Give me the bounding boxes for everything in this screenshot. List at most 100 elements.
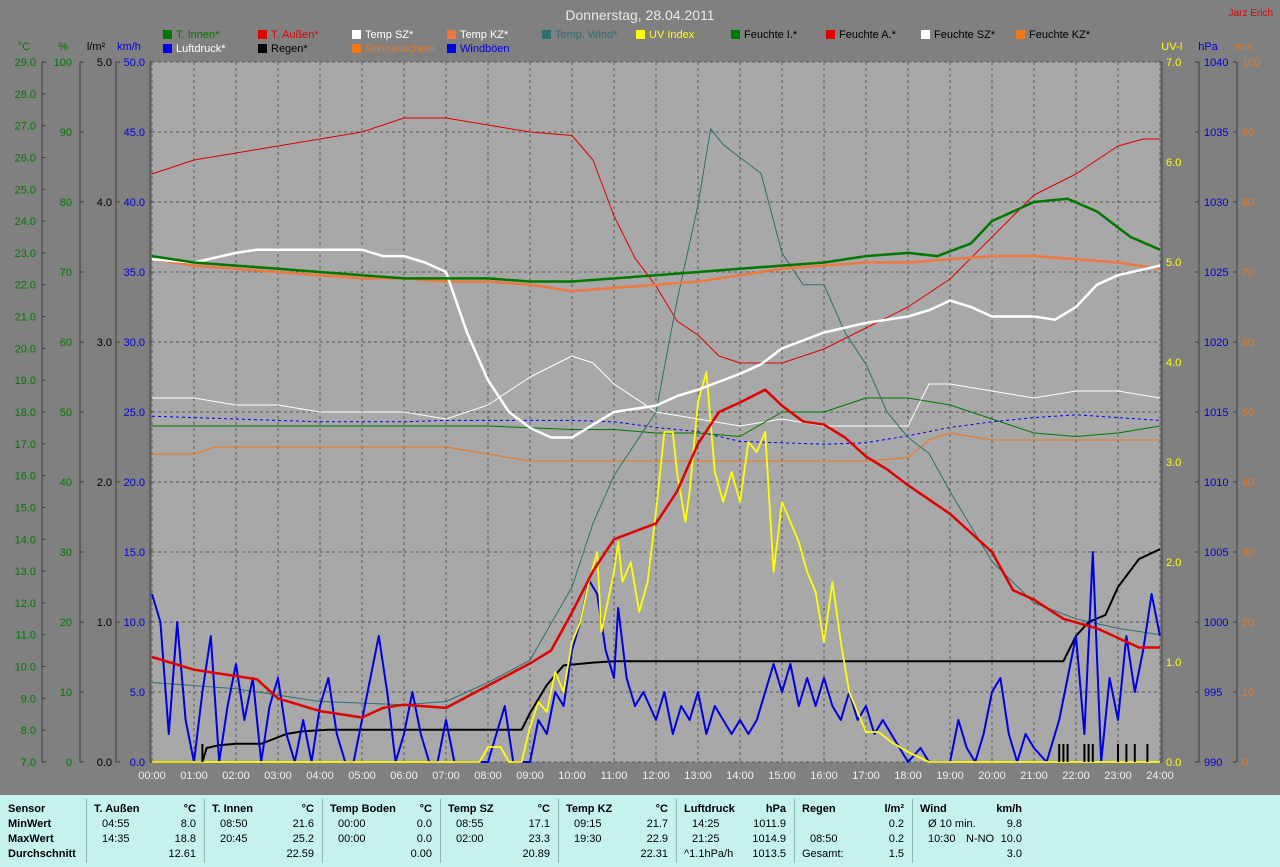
- axis-tick-label: 20.0: [15, 343, 36, 355]
- summary-avg-value: 1013.5: [752, 848, 786, 860]
- summary-avg-value: 22.59: [286, 848, 314, 860]
- axis-tick-label: 16.0: [15, 471, 36, 483]
- summary-separator: [440, 799, 441, 863]
- axis-tick-label: 30: [60, 547, 72, 559]
- axis-tick-label: 27.0: [15, 121, 36, 133]
- summary-separator: [912, 799, 913, 863]
- axis-tick-label: 40.0: [124, 197, 145, 209]
- summary-separator: [676, 799, 677, 863]
- summary-max-value: 25.2: [292, 833, 314, 845]
- axis-unit: min: [1235, 41, 1253, 53]
- axis-unit: hPa: [1198, 41, 1218, 53]
- legend-swatch: [447, 44, 456, 53]
- axis-tick-label: 22.0: [15, 280, 36, 292]
- summary-separator: [794, 799, 795, 863]
- x-tick-label: 16:00: [810, 770, 838, 782]
- x-tick-label: 09:00: [516, 770, 544, 782]
- axis-tick-label: 5.0: [1166, 257, 1181, 269]
- axis-tick-label: 19.0: [15, 375, 36, 387]
- x-tick-label: 20:00: [978, 770, 1006, 782]
- axis-tick-label: 50: [60, 407, 72, 419]
- axis-tick-label: 60: [60, 337, 72, 349]
- author-label: Jarz Erich: [1229, 8, 1273, 19]
- axis-tick-label: 0.0: [97, 757, 112, 769]
- summary-min-value: 17.1: [528, 818, 550, 830]
- axis-tick-label: 995: [1204, 687, 1222, 699]
- axis-unit: l/m²: [87, 41, 106, 53]
- summary-max-value: 0.0: [416, 833, 432, 845]
- axis-tick-label: 40: [1242, 477, 1254, 489]
- summary-table: Sensor MinWert MaxWert Durchschnitt T. Außen…: [0, 795, 1280, 867]
- axis-tick-label: 1030: [1204, 197, 1228, 209]
- x-tick-label: 12:00: [642, 770, 670, 782]
- axis-tick-label: 90: [60, 127, 72, 139]
- summary-row-label: Durchschnitt: [8, 848, 76, 860]
- summary-avg-value: 0.00: [410, 848, 432, 860]
- summary-min-value: 1011.9: [753, 818, 786, 830]
- legend-label: Feuchte A.*: [839, 29, 897, 41]
- axis-tick-label: 20: [1242, 617, 1254, 629]
- legend-swatch: [921, 30, 930, 39]
- summary-min-value: 21.7: [646, 818, 668, 830]
- axis-tick-label: 12.0: [15, 598, 36, 610]
- x-tick-label: 00:00: [138, 770, 166, 782]
- axis-tick-label: 29.0: [15, 57, 36, 69]
- axis-unit: %: [58, 41, 68, 53]
- legend-label: Luftdruck*: [176, 43, 226, 55]
- axis-tick-label: 1025: [1204, 267, 1228, 279]
- x-tick-label: 15:00: [768, 770, 796, 782]
- axis-tick-label: 45.0: [124, 127, 145, 139]
- axis-tick-label: 9.0: [21, 693, 36, 705]
- x-tick-label: 03:00: [264, 770, 292, 782]
- summary-avg-value: 22.31: [640, 848, 668, 860]
- summary-row-label: MinWert: [8, 818, 52, 830]
- summary-max-value: 18.8: [174, 833, 196, 845]
- axis-tick-label: 0: [66, 757, 72, 769]
- axis-tick-label: 8.0: [21, 725, 36, 737]
- x-tick-label: 19:00: [936, 770, 964, 782]
- axis-tick-label: 0.0: [130, 757, 145, 769]
- summary-separator: [558, 799, 559, 863]
- axis-tick-label: 60: [1242, 337, 1254, 349]
- x-tick-label: 05:00: [348, 770, 376, 782]
- axis-tick-label: 35.0: [124, 267, 145, 279]
- summary-avg-value: 3.0: [1006, 848, 1022, 860]
- axis-tick-label: 1000: [1204, 617, 1228, 629]
- legend-swatch: [352, 30, 361, 39]
- axis-tick-label: 23.0: [15, 248, 36, 260]
- x-tick-label: 11:00: [601, 770, 628, 782]
- summary-min-value: 21.6: [292, 818, 314, 830]
- legend-swatch: [826, 30, 835, 39]
- legend-label: Feuchte SZ*: [934, 29, 996, 41]
- axis-tick-label: 15.0: [15, 502, 36, 514]
- summary-max-value: 1014.9: [752, 833, 786, 845]
- summary-min-value: 0.0: [416, 818, 432, 830]
- x-tick-label: 18:00: [894, 770, 922, 782]
- axis-tick-label: 10: [60, 687, 72, 699]
- axis-tick-label: 40: [60, 477, 72, 489]
- axis-tick-label: 80: [60, 197, 72, 209]
- axis-unit: UV-I: [1161, 41, 1182, 53]
- summary-group-unit: °C: [183, 803, 196, 815]
- x-tick-label: 06:00: [390, 770, 418, 782]
- legend-swatch: [352, 44, 361, 53]
- axis-tick-label: 5.0: [97, 57, 112, 69]
- x-tick-label: 24:00: [1146, 770, 1174, 782]
- x-tick-label: 02:00: [222, 770, 250, 782]
- legend-swatch: [163, 44, 172, 53]
- axis-tick-label: 7.0: [1166, 57, 1181, 69]
- legend-label: Temp SZ*: [365, 29, 414, 41]
- axis-tick-label: 20: [60, 617, 72, 629]
- legend-label: Temp. Wind*: [555, 29, 618, 41]
- axis-tick-label: 18.0: [15, 407, 36, 419]
- summary-group-unit: °C: [301, 803, 314, 815]
- legend-label: Feuchte KZ*: [1029, 29, 1091, 41]
- summary-avg-value: 20.89: [522, 848, 550, 860]
- axis-tick-label: 4.0: [1166, 357, 1181, 369]
- legend-swatch: [258, 44, 267, 53]
- axis-tick-label: 28.0: [15, 89, 36, 101]
- axis-tick-label: 90: [1242, 127, 1254, 139]
- axis-tick-label: 17.0: [15, 439, 36, 451]
- summary-separator: [86, 799, 87, 863]
- legend-swatch: [447, 30, 456, 39]
